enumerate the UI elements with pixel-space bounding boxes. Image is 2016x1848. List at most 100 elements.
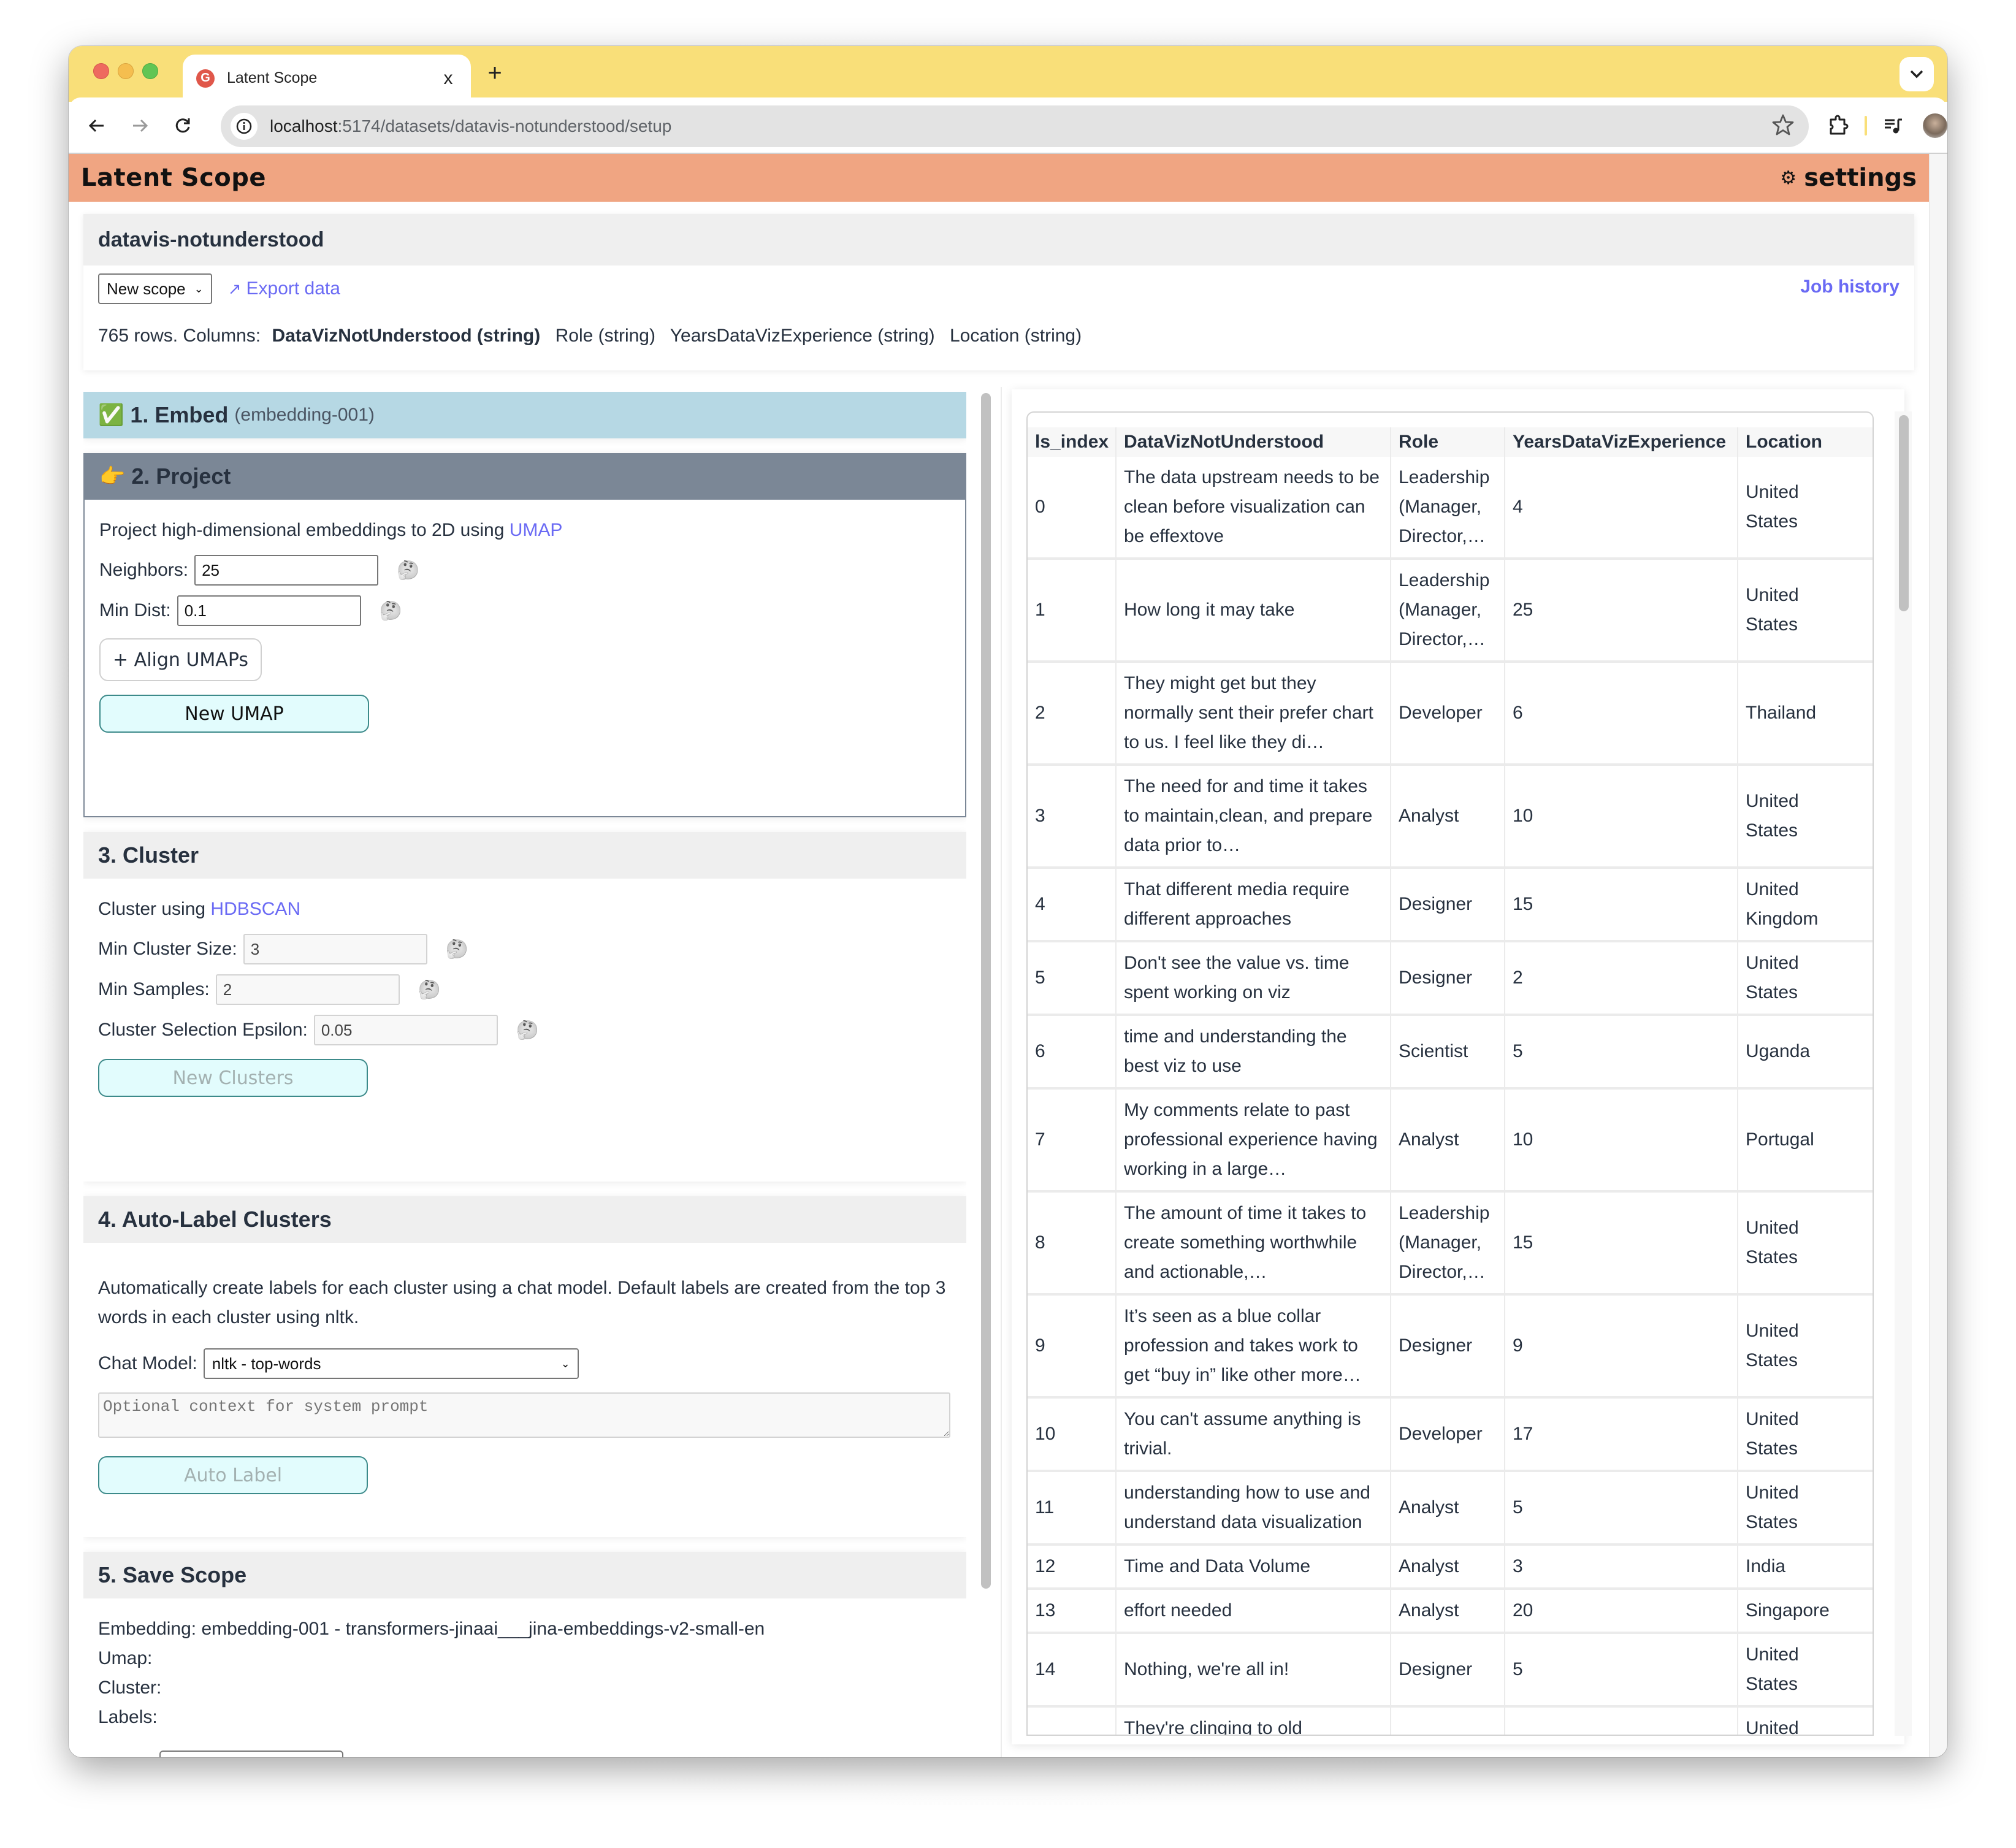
new-umap-button[interactable]: New UMAP (99, 695, 369, 733)
align-umaps-button[interactable]: + Align UMAPs (99, 638, 262, 681)
table-cell: It’s seen as a blue collar profession an… (1116, 1294, 1391, 1399)
cell-text: United States (1746, 1321, 1799, 1370)
maximize-window-button[interactable] (142, 63, 158, 79)
thinking-face-icon[interactable]: 🤔 (516, 1020, 539, 1041)
table-row[interactable]: 11 understanding how to use and understan… (1028, 1471, 1873, 1546)
min-cluster-size-input[interactable] (243, 934, 427, 964)
new-clusters-button[interactable]: New Clusters (98, 1059, 368, 1097)
export-data-link[interactable]: ↗ Export data (228, 278, 340, 299)
table-row[interactable]: 5 Don't see the value vs. time spent work… (1028, 941, 1873, 1016)
columns-summary: 765 rows. Columns: DataVizNotUnderstood … (83, 305, 1914, 346)
close-window-button[interactable] (93, 63, 109, 79)
step-autolabel-header[interactable]: 4. Auto-Label Clusters (83, 1196, 966, 1243)
table-row[interactable]: 15 They're clinging to old techniques, fo… (1028, 1706, 1873, 1735)
table-row[interactable]: 14 Nothing, we're all in! Designer 5 United … (1028, 1633, 1873, 1708)
min-dist-input[interactable] (177, 595, 361, 626)
table-cell: 5 (1505, 1471, 1738, 1546)
browser-window: G Latent Scope x + localhost:5174/datase… (69, 46, 1947, 1757)
cell-text: 3 (1035, 806, 1045, 826)
thinking-face-icon[interactable]: 🤔 (418, 979, 441, 1001)
page-scrollbar[interactable] (1929, 154, 1947, 1757)
table-cell: United States (1738, 1294, 1873, 1399)
neighbors-input[interactable] (194, 555, 379, 586)
table-row[interactable]: 4 That different media require different … (1028, 868, 1873, 942)
table-cell: 11 (1028, 1471, 1117, 1546)
settings-link[interactable]: ⚙ settings (1780, 164, 1917, 192)
scope-name-input[interactable] (159, 1751, 343, 1757)
column-header[interactable]: Location (1738, 427, 1873, 457)
column-chip[interactable]: DataVizNotUnderstood (string) (272, 326, 540, 346)
url-text[interactable]: localhost:5174/datasets/datavis-notunder… (270, 116, 671, 136)
tab-search-button[interactable] (1900, 57, 1934, 91)
cell-text: United States (1746, 1218, 1799, 1267)
scrollbar-thumb[interactable] (1899, 415, 1909, 611)
cell-text: 9 (1513, 1335, 1523, 1356)
table-row[interactable]: 6 time and understanding the best viz to … (1028, 1015, 1873, 1090)
cell-text: Analyst (1399, 1129, 1459, 1150)
table-row[interactable]: 3 The need for and time it takes to maint… (1028, 765, 1873, 869)
step-autolabel-body: Automatically create labels for each clu… (83, 1243, 966, 1513)
page-content: Latent Scope ⚙ settings datavis-notunder… (69, 154, 1929, 1757)
minimize-window-button[interactable] (118, 63, 134, 79)
table-scrollbar[interactable] (1895, 411, 1912, 1736)
table-row[interactable]: 7 My comments relate to past professional… (1028, 1088, 1873, 1193)
forward-button[interactable] (125, 111, 155, 140)
back-button[interactable] (82, 111, 112, 140)
media-control-icon[interactable] (1877, 110, 1909, 142)
column-chip[interactable]: YearsDataVizExperience (string) (670, 326, 935, 346)
table-row[interactable]: 13 effort needed Analyst 20 Singapore (1028, 1589, 1873, 1634)
hdbscan-link[interactable]: HDBSCAN (210, 899, 300, 919)
table-cell: Developer (1391, 1397, 1505, 1472)
app-brand[interactable]: Latent Scope (81, 164, 266, 192)
bookmark-star-icon[interactable] (1771, 113, 1795, 140)
thinking-face-icon[interactable]: 🤔 (446, 939, 468, 960)
table-row[interactable]: 0 The data upstream needs to be clean bef… (1028, 457, 1873, 560)
column-header[interactable]: DataVizNotUnderstood (1116, 427, 1391, 457)
browser-tab-active[interactable]: G Latent Scope x (183, 55, 471, 102)
table-row[interactable]: 12 Time and Data Volume Analyst 3 India (1028, 1544, 1873, 1590)
cell-text: United Kingdom (1746, 879, 1819, 929)
step-save-title: 5. Save Scope (98, 1562, 247, 1587)
umap-link[interactable]: UMAP (510, 520, 563, 540)
min-samples-input[interactable] (215, 974, 400, 1005)
step-save-header[interactable]: 5. Save Scope (83, 1552, 966, 1598)
step-embed-header[interactable]: ✅ 1. Embed (embedding-001) (83, 392, 966, 438)
column-chip[interactable]: Location (string) (950, 326, 1082, 346)
table-cell: 20 (1505, 1589, 1738, 1634)
system-prompt-textarea[interactable] (98, 1392, 950, 1438)
table-row[interactable]: 8 The amount of time it takes to create s… (1028, 1191, 1873, 1296)
profile-avatar[interactable] (1919, 110, 1947, 142)
address-bar[interactable]: localhost:5174/datasets/datavis-notunder… (221, 105, 1809, 147)
table-row[interactable]: 9 It’s seen as a blue collar profession a… (1028, 1294, 1873, 1399)
thinking-face-icon[interactable]: 🤔 (397, 560, 419, 581)
panel-divider[interactable] (1001, 387, 1002, 1757)
reload-button[interactable] (168, 111, 197, 140)
thinking-face-icon[interactable]: 🤔 (380, 600, 402, 622)
auto-label-button[interactable]: Auto Label (98, 1456, 368, 1494)
scrollbar-thumb[interactable] (981, 393, 991, 1589)
chat-model-select[interactable]: nltk - top-words ⌄ (203, 1348, 579, 1379)
scope-select[interactable]: New scope ⌄ (98, 273, 212, 304)
cell-text: 25 (1513, 600, 1533, 620)
step-project-header[interactable]: 👉 2. Project (85, 453, 965, 500)
table-row[interactable]: 2 They might get but they normally sent t… (1028, 662, 1873, 766)
table-row[interactable]: 10 You can't assume anything is trivial. D… (1028, 1397, 1873, 1472)
table-row[interactable]: 1 How long it may take Leadership (Manager… (1028, 559, 1873, 663)
left-panel-scrollbar[interactable] (981, 387, 991, 1757)
site-info-icon[interactable] (231, 113, 258, 140)
app-header: Latent Scope ⚙ settings (69, 154, 1929, 202)
cell-text: My comments relate to past professional … (1124, 1100, 1378, 1179)
column-header[interactable]: Role (1391, 427, 1505, 457)
column-header[interactable]: YearsDataVizExperience (1505, 427, 1738, 457)
epsilon-input[interactable] (313, 1015, 498, 1045)
job-history-link[interactable]: Job history (1800, 277, 1900, 297)
extensions-icon[interactable] (1822, 110, 1854, 142)
cell-text: 10 (1513, 806, 1533, 826)
column-chip[interactable]: Role (string) (556, 326, 655, 346)
cell-text: 7 (1513, 1728, 1730, 1735)
table-cell: United States (1738, 1633, 1873, 1708)
column-header[interactable]: ls_index (1028, 427, 1117, 457)
new-tab-button[interactable]: + (479, 59, 510, 87)
step-cluster-header[interactable]: 3. Cluster (83, 832, 966, 879)
close-tab-icon[interactable]: x (439, 68, 457, 89)
